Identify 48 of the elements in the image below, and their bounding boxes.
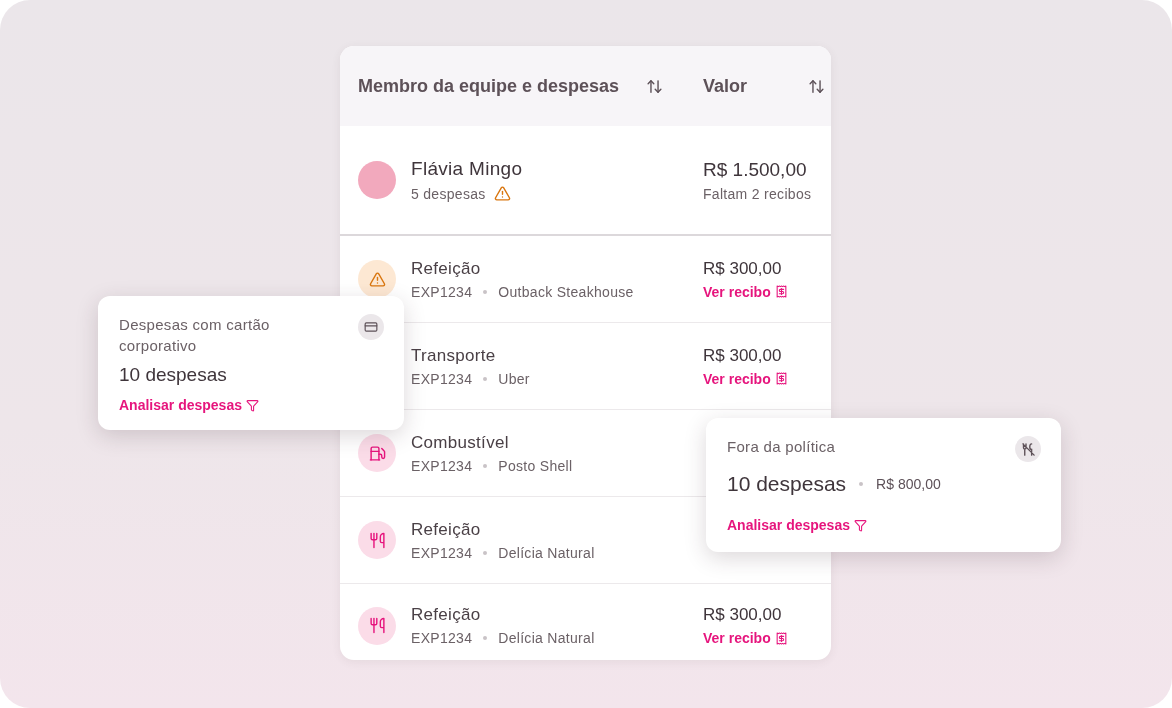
credit-card-icon [364, 320, 378, 334]
expense-category: Transporte [411, 345, 497, 366]
expense-count: 5 despesas [411, 185, 486, 202]
card-title: Fora da política [727, 437, 836, 457]
expense-code: EXP1234 [411, 370, 473, 387]
sort-icon[interactable] [646, 77, 663, 95]
expense-count: 10 despesas [727, 472, 847, 496]
missing-receipts-note: Faltam 2 recibos [703, 185, 813, 202]
filter-icon [245, 398, 259, 412]
expense-amount: R$ 300,00 [703, 605, 783, 625]
total-amount: R$ 1.500,00 [703, 158, 808, 181]
warning-icon [368, 270, 386, 288]
view-receipt-link[interactable]: Ver recibo [703, 370, 831, 387]
expense-category: Refeição [411, 519, 482, 540]
expense-amount: R$ 300,00 [703, 258, 783, 279]
expense-code: EXP1234 [411, 283, 473, 300]
utensils-icon [368, 617, 386, 634]
receipt-icon [774, 631, 788, 645]
merchant-name: Uber [498, 370, 530, 387]
column-header: Membro da equipe e despesas [358, 75, 620, 97]
expense-amount: R$ 300,00 [703, 345, 783, 366]
expense-code: EXP1234 [411, 630, 473, 646]
receipt-icon [774, 285, 788, 298]
column-header: Valor [703, 75, 748, 97]
expense-category: Refeição [411, 258, 482, 279]
fuel-pump-icon [368, 444, 386, 462]
expense-code: EXP1234 [411, 457, 473, 474]
merchant-name: Delícia Natural [498, 544, 595, 561]
card-title: Despesas com cartão corporativo [119, 315, 271, 356]
merchant-name: Outback Steakhouse [498, 283, 634, 300]
avatar [358, 161, 396, 199]
utensils-icon [368, 531, 386, 549]
expense-category: Refeição [411, 605, 482, 625]
receipt-icon [774, 372, 788, 385]
merchant-name: Posto Shell [498, 457, 573, 474]
total-amount: R$ 800,00 [876, 476, 941, 492]
merchant-name: Delícia Natural [498, 630, 595, 646]
analyze-expenses-link[interactable]: Analisar despesas [119, 397, 259, 413]
sort-icon[interactable] [808, 77, 825, 95]
view-receipt-link[interactable]: Ver recibo [703, 283, 831, 300]
view-receipt-link[interactable]: Ver recibo [703, 630, 831, 646]
filter-icon [853, 518, 867, 532]
expense-count: 10 despesas [119, 364, 227, 386]
expense-code: EXP1234 [411, 544, 473, 561]
member-name: Flávia Mingo [411, 158, 523, 180]
analyze-expenses-link[interactable]: Analisar despesas [727, 517, 867, 533]
utensils-slash-icon [1020, 441, 1036, 457]
expense-category: Combustível [411, 432, 510, 453]
